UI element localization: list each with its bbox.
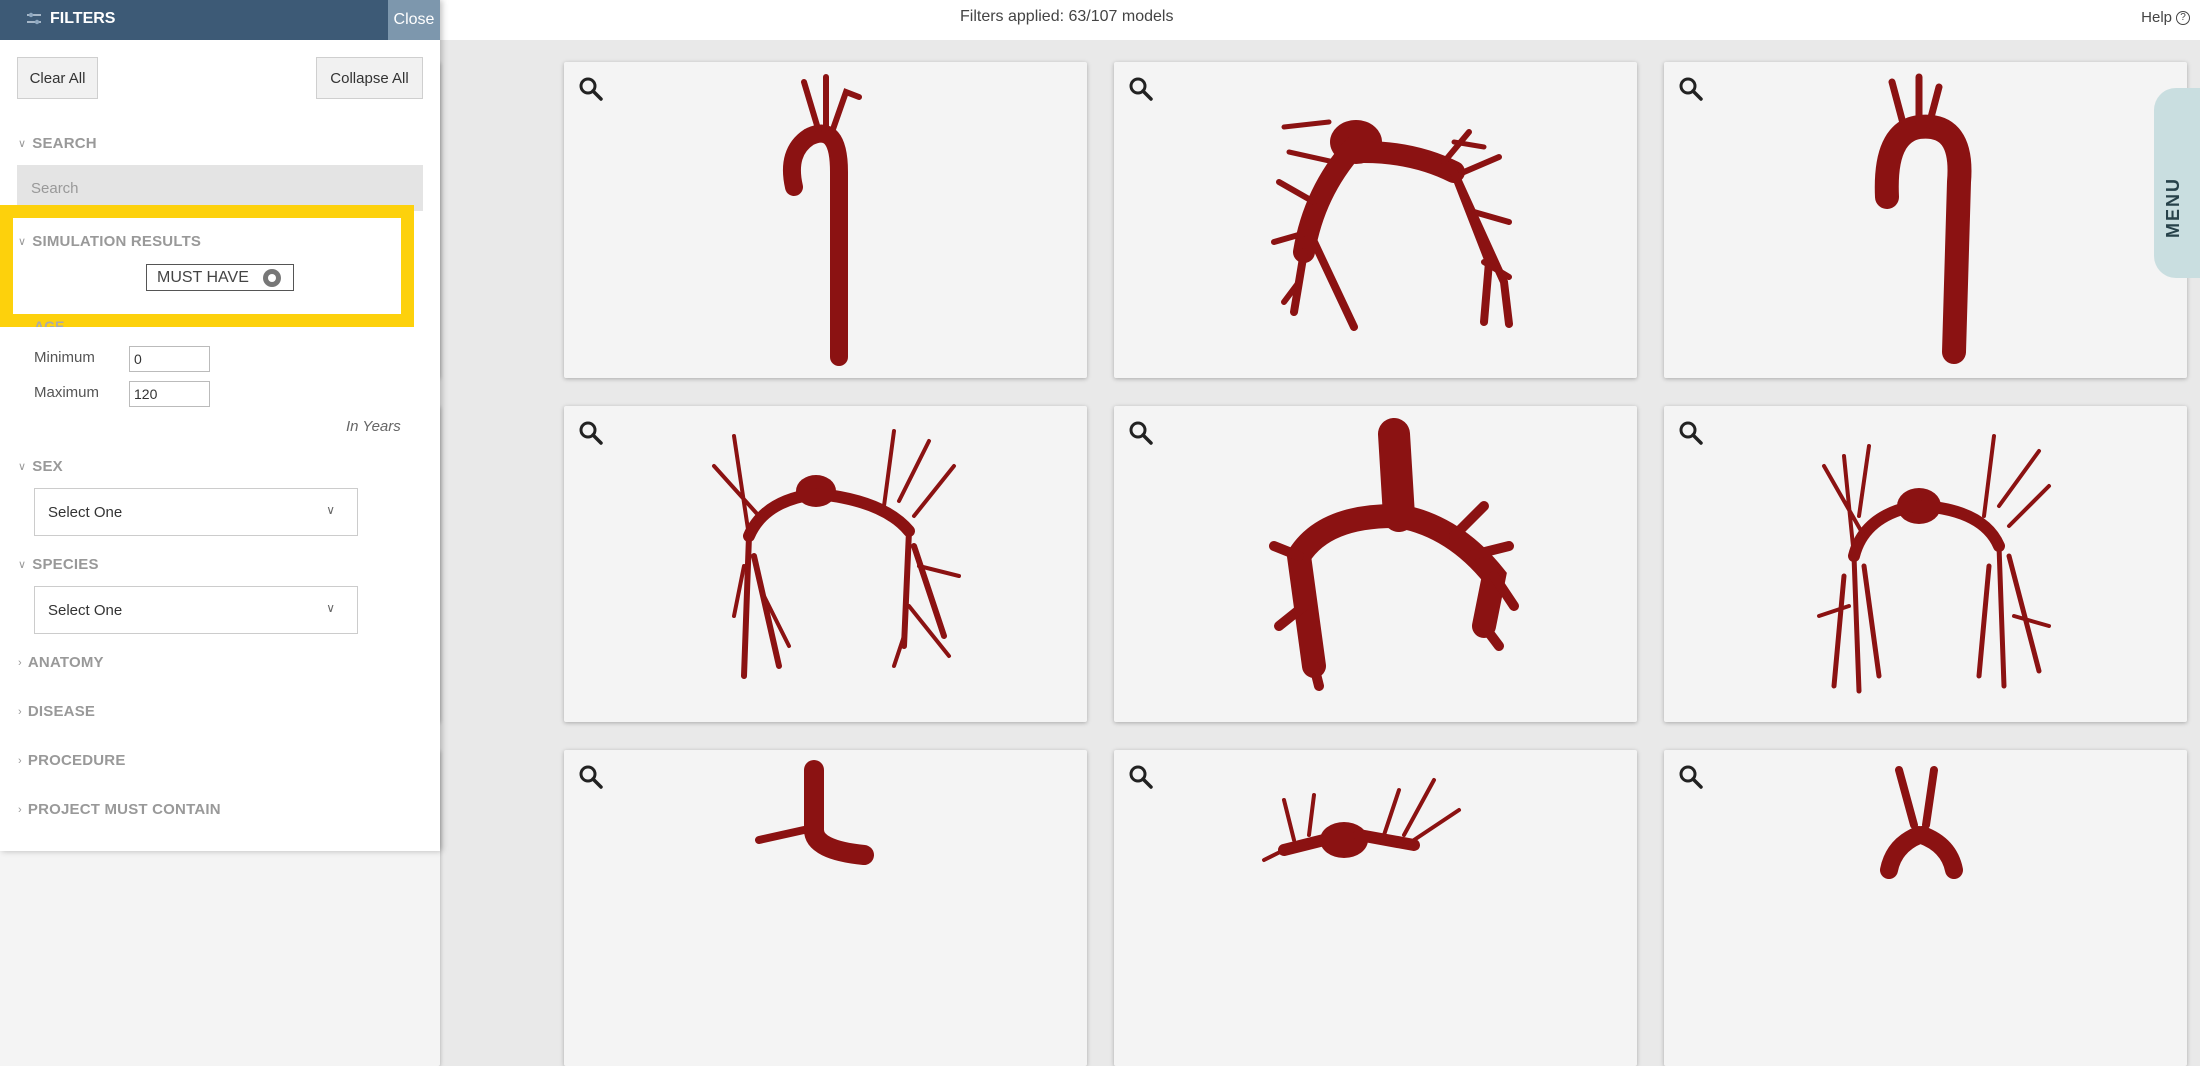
project-must-contain-section-heading: PROJECT MUST CONTAIN	[27, 801, 221, 818]
chevron-right-icon: ›	[18, 754, 22, 767]
sex-select-value: Select One	[48, 503, 123, 521]
chevron-right-icon: ›	[18, 803, 22, 816]
pulmonary-model-image	[1271, 119, 1513, 331]
help-icon: ?	[2176, 10, 2190, 25]
menu-tab-label: MENU	[2163, 177, 2183, 238]
pulmonary-model-image	[1269, 418, 1519, 691]
disease-section-heading: DISEASE	[27, 703, 96, 720]
age-maximum-label: Maximum	[34, 384, 100, 401]
model-card[interactable]	[1664, 750, 2187, 1066]
disease-section-toggle[interactable]: › DISEASE	[18, 703, 95, 720]
species-section-toggle[interactable]: ∨ SPECIES	[18, 556, 99, 573]
filters-heading: FILTERS	[50, 10, 116, 27]
help-label: Help	[2141, 9, 2172, 26]
pulmonary-model-image	[712, 429, 961, 679]
close-button[interactable]: Close	[388, 0, 440, 40]
project-must-contain-section-toggle[interactable]: › PROJECT MUST CONTAIN	[18, 801, 221, 818]
model-card[interactable]	[1114, 62, 1637, 378]
clear-all-button[interactable]: Clear All	[17, 57, 98, 99]
age-maximum-input[interactable]	[129, 381, 210, 407]
procedure-section-toggle[interactable]: › PROCEDURE	[18, 752, 126, 769]
chevron-right-icon: ›	[18, 656, 22, 669]
filters-applied-status: Filters applied: 63/107 models	[960, 8, 1174, 25]
model-card[interactable]	[1664, 62, 2187, 378]
highlight-box	[0, 205, 414, 327]
model-card[interactable]	[1114, 750, 1637, 1066]
filter-panel-title: FILTERS	[26, 10, 115, 28]
sex-section-toggle[interactable]: ∨ SEX	[18, 458, 63, 475]
model-card[interactable]	[564, 62, 1087, 378]
filter-panel: FILTERS Close Clear All Collapse All ∨ S…	[0, 0, 440, 851]
species-select[interactable]: Select One ∨	[34, 586, 358, 634]
chevron-down-icon: ∨	[18, 559, 27, 571]
chevron-right-icon: ›	[18, 705, 22, 718]
age-section-heading: AGE	[34, 318, 65, 327]
collapse-all-button[interactable]: Collapse All	[316, 57, 423, 99]
chevron-down-icon: ∨	[326, 601, 335, 615]
chevron-down-icon: ∨	[326, 503, 335, 517]
sliders-icon	[27, 12, 41, 25]
search-section-heading: SEARCH	[32, 135, 97, 152]
aorta-model-image	[1874, 73, 1972, 364]
species-select-value: Select One	[48, 601, 123, 619]
aorta-model-image	[782, 74, 862, 366]
pulmonary-model-image	[1817, 434, 2051, 694]
model-card[interactable]	[564, 406, 1087, 722]
model-card[interactable]	[1114, 406, 1637, 722]
aorta-model-image	[1880, 766, 1963, 879]
procedure-section-heading: PROCEDURE	[27, 752, 126, 769]
model-card[interactable]	[564, 750, 1087, 1066]
age-minimum-input[interactable]	[129, 346, 210, 372]
chevron-down-icon: ∨	[18, 461, 27, 473]
side-menu-tab[interactable]: MENU	[2154, 88, 2200, 278]
age-minimum-label: Minimum	[34, 349, 95, 366]
filter-panel-header: FILTERS Close	[0, 0, 440, 40]
pulmonary-model-image	[1262, 778, 1461, 862]
search-section-toggle[interactable]: ∨ SEARCH	[18, 135, 97, 152]
anatomy-section-heading: ANATOMY	[27, 654, 104, 671]
model-card[interactable]	[1664, 406, 2187, 722]
chevron-down-icon: ∨	[18, 138, 27, 150]
age-unit-note: In Years	[346, 418, 401, 435]
sex-section-heading: SEX	[32, 458, 63, 475]
species-section-heading: SPECIES	[32, 556, 99, 573]
sex-select[interactable]: Select One ∨	[34, 488, 358, 536]
help-link[interactable]: Help ?	[2141, 9, 2190, 26]
anatomy-section-toggle[interactable]: › ANATOMY	[18, 654, 104, 671]
aorta-model-image	[755, 760, 874, 865]
